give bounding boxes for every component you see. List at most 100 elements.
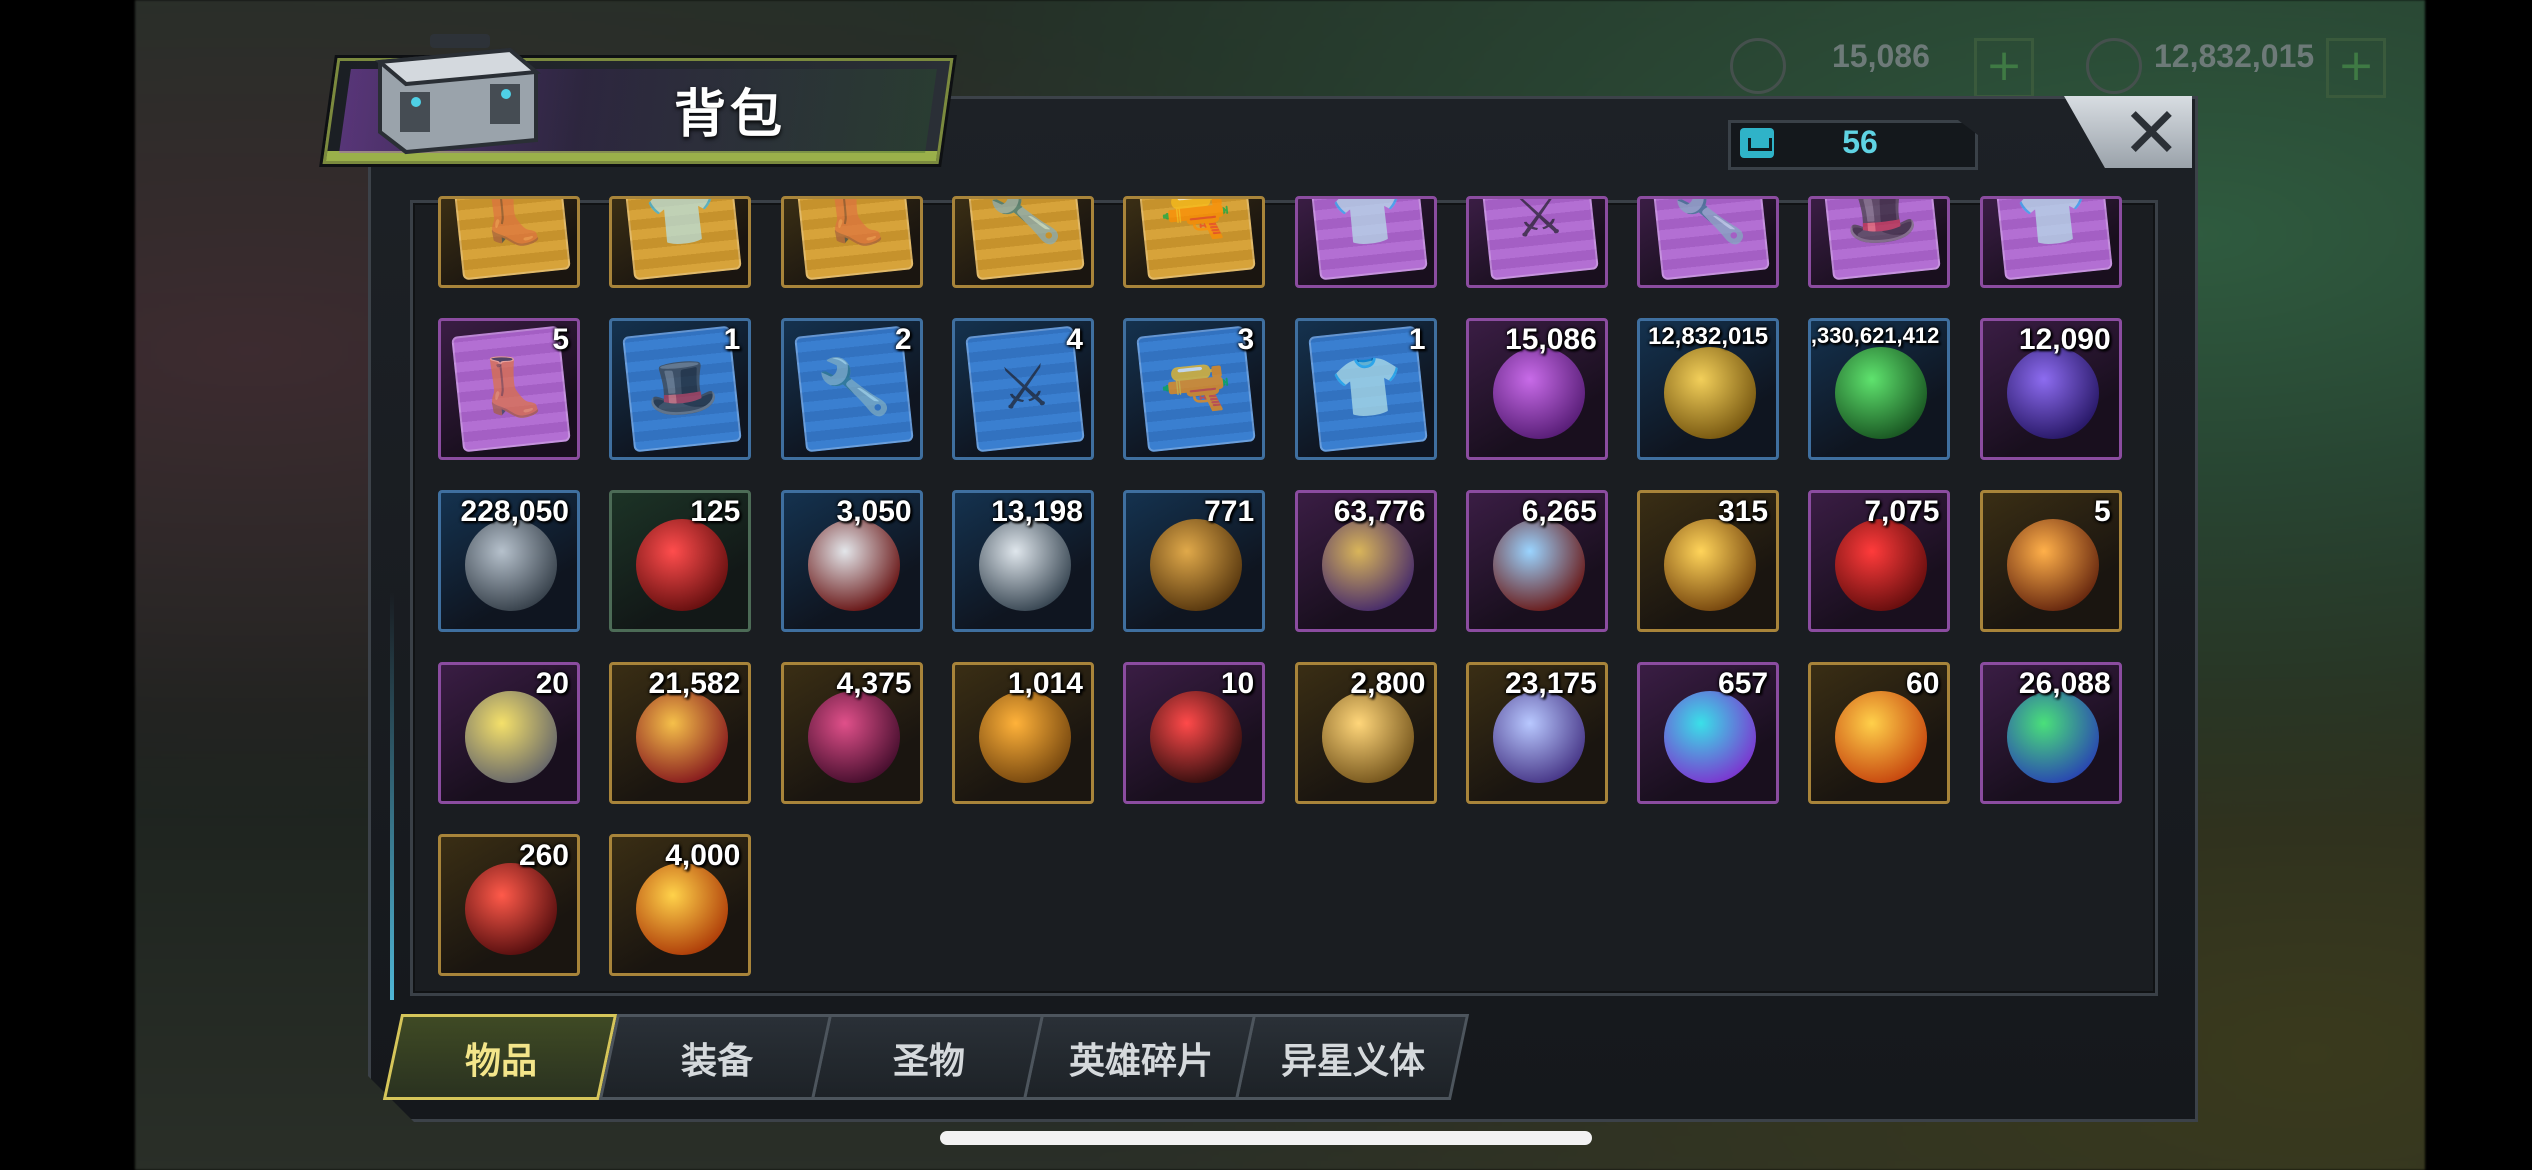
item-slot[interactable]: 20 [438, 662, 580, 804]
lightning-coin-icon [465, 691, 557, 783]
item-count: 12,832,015 [1647, 323, 1769, 350]
item-slot[interactable]: 125 [609, 490, 752, 632]
blueprint-glyph: 🔧 [813, 349, 893, 425]
item-count: 6,265 [1521, 495, 1597, 528]
item-slot[interactable]: 👕 1 [1294, 318, 1437, 460]
item-slot[interactable]: 🎩 1 [609, 318, 752, 460]
item-count: 15,086 [1505, 323, 1597, 356]
blueprint-boot-icon: 👢 [793, 196, 914, 281]
red-target-icon [1150, 691, 1243, 783]
capacity-value: 56 [1842, 124, 1878, 160]
item-slot[interactable]: 12,832,015 [1637, 318, 1780, 460]
blueprint-glyph: 👢 [471, 196, 551, 253]
item-slot[interactable]: 1,330,621,412 [1808, 318, 1951, 460]
gold-fist-icon [636, 691, 729, 783]
item-slot[interactable]: ⚔ [1465, 196, 1608, 288]
blueprint-shirt-icon: 👕 [1992, 199, 2113, 281]
blueprint-wrench-icon: 🔧 [965, 199, 1085, 281]
speedup-badge-icon [1492, 519, 1585, 611]
item-slot[interactable]: 60 [1808, 662, 1951, 804]
item-slot[interactable]: ⚔ 4 [951, 318, 1094, 460]
silver-triangle-icon [978, 519, 1071, 611]
item-slot[interactable]: 260 [438, 834, 580, 976]
item-count: 26,088 [2018, 667, 2111, 700]
resource-icon [2086, 38, 2142, 94]
blueprint-glyph: 🎩 [1841, 196, 1921, 253]
gold-speedup-badge-icon [1664, 519, 1757, 611]
item-count: 125 [690, 495, 741, 528]
item-slot[interactable]: 13,198 [951, 490, 1094, 632]
item-slot[interactable]: 1,014 [951, 662, 1094, 804]
item-slot[interactable]: 15,086 [1465, 318, 1608, 460]
cell-orb-icon [2006, 691, 2099, 783]
blueprint-glyph: 👢 [813, 196, 893, 253]
blue-shirt-orb-icon [1492, 691, 1585, 783]
item-count: 12,090 [2018, 323, 2111, 356]
crystal-icon [1492, 347, 1585, 439]
bag-capacity-icon [1740, 128, 1774, 158]
blueprint-shirt-icon: 👕 [622, 196, 743, 281]
blueprint-glyph: 👕 [642, 196, 722, 253]
item-slot[interactable]: 👕 [609, 196, 752, 288]
item-slot[interactable]: 👕 [1294, 196, 1437, 288]
blueprint-sword-icon: ⚔ [1479, 196, 1599, 281]
coin-stack-icon [978, 691, 1071, 783]
item-slot[interactable]: 🔧 [951, 196, 1094, 288]
item-slot[interactable]: 7,075 [1808, 490, 1951, 632]
item-slot[interactable]: 63,776 [1294, 490, 1437, 632]
item-slot[interactable]: 2,800 [1294, 662, 1437, 804]
blueprint-shirt-icon: 👕 [1307, 196, 1428, 281]
item-slot[interactable]: 3,050 [780, 490, 923, 632]
world-resource-a: 15,086 [1832, 38, 1930, 74]
blueprint-wrench-icon: 🔧 [1650, 196, 1770, 281]
item-count: 13,198 [991, 495, 1083, 528]
item-count: 5 [2094, 495, 2111, 528]
item-slot[interactable]: 👕 [1979, 196, 2122, 288]
item-count: 1,014 [1007, 667, 1083, 700]
item-slot[interactable]: 315 [1637, 490, 1780, 632]
item-slot[interactable]: 771 [1123, 490, 1266, 632]
item-slot[interactable]: 👢 [438, 196, 580, 288]
item-slot[interactable]: 👢 [780, 196, 923, 288]
blueprint-glyph: ⚔ [1509, 196, 1568, 252]
item-slot[interactable]: 12,090 [1979, 318, 2122, 460]
item-count: 1 [723, 323, 741, 356]
scroll-indicator[interactable] [390, 592, 394, 1000]
purple-orb-icon [2006, 347, 2099, 439]
item-slot[interactable]: 🔫 [1123, 196, 1266, 288]
fire-orb-icon [636, 863, 729, 955]
blueprint-glyph: 🔧 [1670, 196, 1750, 253]
item-slot[interactable]: 23,175 [1465, 662, 1608, 804]
world-resource-b: 12,832,015 [2154, 38, 2315, 74]
item-slot[interactable]: 657 [1637, 662, 1780, 804]
item-count: 3,050 [836, 495, 912, 528]
blueprint-glyph: 🎩 [642, 349, 722, 425]
item-count: 1 [1408, 323, 1426, 356]
item-slot[interactable]: 🔧 [1637, 196, 1780, 288]
add-resource-a-button[interactable]: + [1974, 38, 2034, 98]
energy-canister-icon [1835, 347, 1928, 439]
red-spore-icon [465, 863, 557, 955]
backpack-chest-icon [375, 34, 541, 155]
item-slot[interactable]: 🔫 3 [1123, 318, 1266, 460]
resource-icon [1730, 38, 1786, 94]
blueprint-glyph: 🔫 [1156, 196, 1236, 253]
tab-label: 异星义体 [1280, 1041, 1425, 1082]
home-indicator[interactable] [940, 1131, 1592, 1145]
blueprint-glyph: 👢 [471, 349, 551, 425]
item-slot[interactable]: 4,000 [609, 834, 752, 976]
item-slot[interactable]: 👢 5 [438, 318, 580, 460]
item-count: 1,330,621,412 [1808, 323, 1940, 348]
item-count: 2,800 [1350, 667, 1426, 700]
item-slot[interactable]: 26,088 [1979, 662, 2122, 804]
item-slot[interactable]: 🔧 2 [780, 318, 923, 460]
item-slot[interactable]: 21,582 [609, 662, 752, 804]
item-slot[interactable]: 228,050 [438, 490, 580, 632]
item-slot[interactable]: 4,375 [780, 662, 923, 804]
item-slot[interactable]: 6,265 [1465, 490, 1608, 632]
add-resource-b-button[interactable]: + [2326, 38, 2386, 98]
blueprint-glyph: 👕 [1327, 196, 1407, 253]
item-slot[interactable]: 🎩 [1808, 196, 1951, 288]
item-slot[interactable]: 10 [1123, 662, 1266, 804]
item-slot[interactable]: 5 [1979, 490, 2122, 632]
